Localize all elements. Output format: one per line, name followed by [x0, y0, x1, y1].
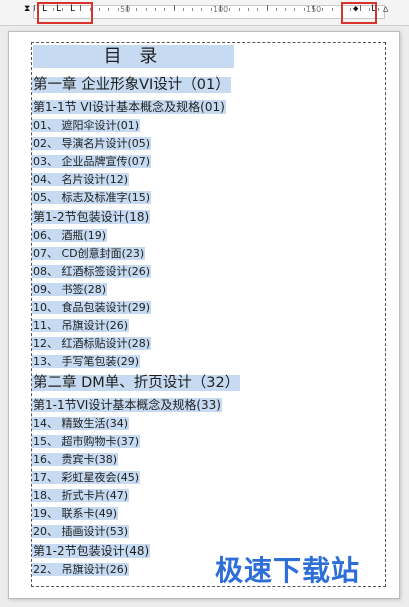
site-watermark: 极速下载站	[215, 554, 361, 587]
toc-item-line[interactable]: 12、 红酒标贴设计(28)	[32, 335, 385, 353]
toc-line-text: 05、 标志及标准字(15)	[32, 191, 152, 204]
ruler-tick	[164, 8, 165, 11]
toc-line-text: 07、 CD创意封面(23)	[32, 247, 146, 260]
annotation-highlight-left-tabs	[37, 2, 93, 24]
toc-item-line[interactable]: 09、 书签(28)	[32, 281, 385, 299]
ruler-tick	[378, 8, 379, 11]
toc-line-text: 02、 导演名片设计(05)	[32, 137, 152, 150]
right-indent-marker[interactable]: △	[383, 3, 388, 15]
toc-item-line[interactable]: 08、 红酒标签设计(26)	[32, 263, 385, 281]
ruler-tick	[211, 8, 212, 11]
ruler-tick	[99, 8, 100, 11]
toc-title: 目 录	[33, 45, 234, 68]
toc-item-line[interactable]: 06、 酒瓶(19)	[32, 227, 385, 245]
toc-line-text: 19、 联系卡(49)	[32, 507, 119, 520]
ruler-tick	[248, 8, 249, 11]
toc-section-line[interactable]: 第1-2节包装设计(18)	[32, 207, 385, 227]
ruler-tick	[322, 8, 323, 11]
toc-line-text: 06、 酒瓶(19)	[32, 229, 108, 242]
toc-line-text: 09、 书签(28)	[32, 283, 108, 296]
ruler-tick	[257, 8, 258, 11]
horizontal-ruler[interactable]: ⧗ 50 100 150 L L L ◆ L △	[0, 0, 409, 26]
toc-line-text: 04、 名片设计(12)	[32, 173, 130, 186]
toc-item-line[interactable]: 03、 企业品牌宣传(07)	[32, 153, 385, 171]
toc-line-text: 17、 彩虹星夜会(45)	[32, 471, 141, 484]
toc-item-line[interactable]: 01、 遮阳伞设计(01)	[32, 117, 385, 135]
toc-line-text: 22、 吊旗设计(26)	[32, 563, 130, 576]
toc-chapter-line[interactable]: 第二章 DM单、折页设计（32）	[32, 371, 385, 395]
toc-item-line[interactable]: 19、 联系卡(49)	[32, 505, 385, 523]
toc-item-line[interactable]: 07、 CD创意封面(23)	[32, 245, 385, 263]
toc-item-line[interactable]: 13、 手写笔包装(29)	[32, 353, 385, 371]
toc-item-line[interactable]: 02、 导演名片设计(05)	[32, 135, 385, 153]
ruler-tick	[285, 8, 286, 11]
ruler-tick	[276, 8, 277, 11]
toc-line-text: 15、 超市购物卡(37)	[32, 435, 141, 448]
ruler-tick	[108, 8, 109, 11]
toc-line-text: 01、 遮阳伞设计(01)	[32, 119, 141, 132]
toc-line-text: 03、 企业品牌宣传(07)	[32, 155, 152, 168]
annotation-highlight-right-tab	[341, 2, 377, 24]
ruler-tick	[136, 8, 137, 11]
ruler-number-50: 50	[120, 5, 131, 14]
ruler-tick	[304, 8, 305, 11]
text-frame[interactable]: 目 录 第一章 企业形象VI设计（01） 第1-1节 VI设计基本概念及规格(01…	[31, 42, 386, 587]
toc-lines: 第一章 企业形象VI设计（01） 第1-1节 VI设计基本概念及规格(01) 01、…	[32, 73, 385, 579]
ruler-tick	[118, 8, 119, 11]
toc-line-text: 13、 手写笔包装(29)	[32, 355, 141, 368]
toc-item-line[interactable]: 05、 标志及标准字(15)	[32, 189, 385, 207]
ruler-tick	[174, 5, 175, 11]
ruler-tick	[201, 8, 202, 11]
toc-line-text: 08、 红酒标签设计(26)	[32, 265, 152, 278]
first-line-indent-marker[interactable]: ⧗	[24, 3, 30, 15]
ruler-tick	[192, 8, 193, 11]
toc-line-text: 第1-2节包装设计(18)	[32, 210, 151, 224]
toc-line-text: 20、 插画设计(53)	[32, 525, 130, 538]
ruler-tick	[155, 8, 156, 11]
ruler-tick	[239, 8, 240, 11]
ruler-tick	[294, 8, 295, 11]
toc-item-line[interactable]: 20、 插画设计(53)	[32, 523, 385, 541]
toc-line-text: 12、 红酒标贴设计(28)	[32, 337, 152, 350]
toc-line-text: 11、 吊旗设计(26)	[32, 319, 130, 332]
toc-line-text: 16、 贵宾卡(38)	[32, 453, 119, 466]
toc-line-text: 第1-2节包装设计(48)	[32, 544, 151, 558]
toc-item-line[interactable]: 16、 贵宾卡(38)	[32, 451, 385, 469]
ruler-tick	[229, 8, 230, 11]
ruler-tick	[146, 8, 147, 11]
ruler-number-150: 150	[306, 5, 322, 14]
document-page[interactable]: 目 录 第一章 企业形象VI设计（01） 第1-1节 VI设计基本概念及规格(01…	[8, 31, 400, 599]
toc-section-line[interactable]: 第1-1节VI设计基本概念及规格(33)	[32, 395, 385, 415]
toc-item-line[interactable]: 18、 折式卡片(47)	[32, 487, 385, 505]
toc-item-line[interactable]: 15、 超市购物卡(37)	[32, 433, 385, 451]
toc-line-text: 第一章 企业形象VI设计（01）	[32, 77, 231, 93]
toc-line-text: 第1-1节VI设计基本概念及规格(33)	[32, 398, 222, 412]
toc-section-line[interactable]: 第1-1节 VI设计基本概念及规格(01)	[32, 97, 385, 117]
toc-item-line[interactable]: 14、 精致生活(34)	[32, 415, 385, 433]
ruler-number-100: 100	[213, 5, 229, 14]
toc-line-text: 10、 食品包装设计(29)	[32, 301, 152, 314]
ruler-tick	[267, 5, 268, 11]
ruler-tick	[34, 5, 35, 11]
toc-line-text: 14、 精致生活(34)	[32, 417, 130, 430]
toc-item-line[interactable]: 04、 名片设计(12)	[32, 171, 385, 189]
toc-chapter-line[interactable]: 第一章 企业形象VI设计（01）	[32, 73, 385, 97]
toc-item-line[interactable]: 10、 食品包装设计(29)	[32, 299, 385, 317]
ruler-tick	[332, 8, 333, 11]
toc-line-text: 18、 折式卡片(47)	[32, 489, 130, 502]
toc-item-line[interactable]: 17、 彩虹星夜会(45)	[32, 469, 385, 487]
toc-line-text: 第二章 DM单、折页设计（32）	[32, 375, 241, 391]
toc-item-line[interactable]: 11、 吊旗设计(26)	[32, 317, 385, 335]
ruler-tick	[183, 8, 184, 11]
toc-line-text: 第1-1节 VI设计基本概念及规格(01)	[32, 100, 226, 114]
